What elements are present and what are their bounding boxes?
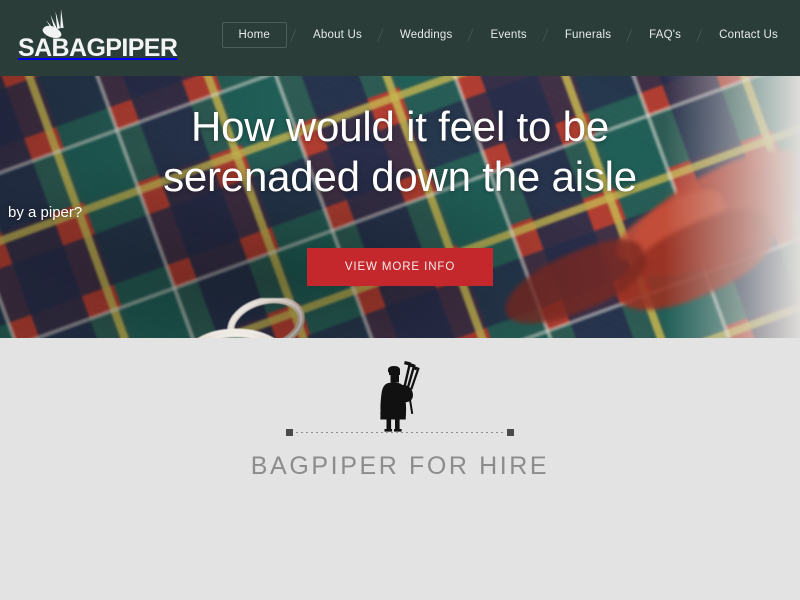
nav-item-home[interactable]: Home — [221, 22, 288, 48]
divider-cap-left-icon — [286, 429, 293, 436]
nav-separator-icon — [287, 27, 301, 43]
nav-item-funerals[interactable]: Funerals — [553, 22, 623, 48]
divider-cap-right-icon — [507, 429, 514, 436]
dashed-divider — [286, 428, 514, 438]
divider-line — [296, 432, 504, 433]
nav-separator-icon — [539, 27, 553, 43]
feature-emblem — [280, 360, 520, 438]
nav-separator-icon — [623, 27, 637, 43]
bagpiper-silhouette-icon — [368, 360, 432, 437]
nav-item-contact-us[interactable]: Contact Us — [707, 22, 790, 48]
nav-separator-icon — [693, 27, 707, 43]
main-navigation: Home About Us Weddings Events Funerals F… — [221, 22, 790, 48]
view-more-info-button[interactable]: VIEW MORE INFO — [307, 248, 493, 286]
site-logo[interactable]: SABAGPIPER — [18, 9, 178, 61]
hero-heading: How would it feel to be serenaded down t… — [0, 102, 800, 201]
nav-separator-icon — [464, 27, 478, 43]
bagpipe-icon — [38, 6, 84, 40]
hero-heading-line-2: serenaded down the aisle — [163, 152, 637, 200]
hero-content: How would it feel to be serenaded down t… — [0, 76, 800, 338]
nav-item-events[interactable]: Events — [478, 22, 538, 48]
feature-section: BAGPIPER FOR HIRE — [0, 338, 800, 600]
nav-item-faqs[interactable]: FAQ's — [637, 22, 693, 48]
site-header: SABAGPIPER Home About Us Weddings Events… — [0, 0, 800, 76]
hero-heading-line-3: by a piper? — [8, 204, 83, 221]
nav-item-about-us[interactable]: About Us — [301, 22, 374, 48]
feature-title: BAGPIPER FOR HIRE — [250, 452, 550, 480]
hero-heading-line-1: How would it feel to be — [191, 103, 609, 150]
nav-separator-icon — [374, 27, 388, 43]
nav-item-weddings[interactable]: Weddings — [388, 22, 465, 48]
hero-banner: How would it feel to be serenaded down t… — [0, 76, 800, 338]
